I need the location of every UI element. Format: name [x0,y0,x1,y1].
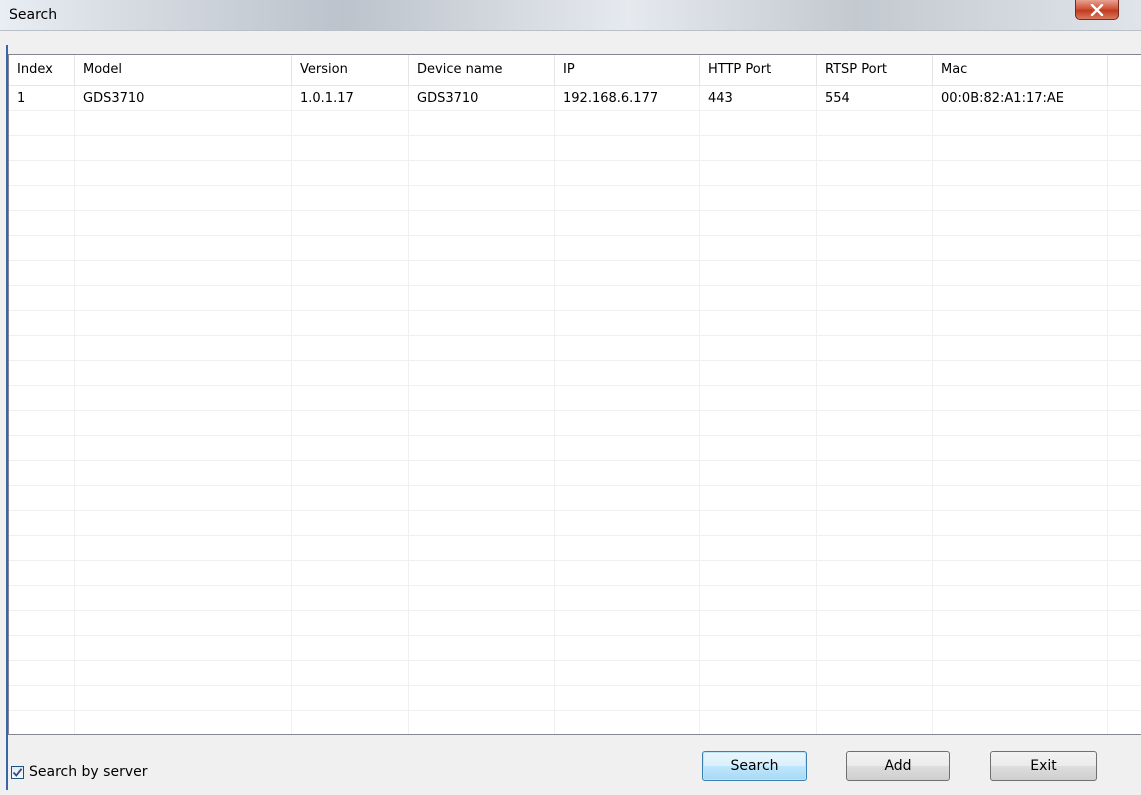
empty-row [9,186,1141,211]
cell-http-port: 443 [708,91,733,106]
cell-device-name: GDS3710 [417,91,479,106]
empty-row [9,136,1141,161]
search-by-server-label[interactable]: Search by server [29,764,148,780]
empty-row [9,711,1141,734]
empty-row [9,461,1141,486]
column-header-index[interactable]: Index [9,55,75,85]
column-header-mac[interactable]: Mac [933,55,1108,85]
column-header-device-name[interactable]: Device name [409,55,555,85]
empty-row [9,261,1141,286]
empty-row [9,561,1141,586]
empty-row [9,586,1141,611]
column-header-model[interactable]: Model [75,55,292,85]
empty-row [9,236,1141,261]
empty-row [9,211,1141,236]
empty-row [9,636,1141,661]
checkbox-box[interactable] [11,765,24,779]
cell-index: 1 [17,91,26,106]
cell-model: GDS3710 [83,91,145,106]
cell-rtsp-port: 554 [825,91,850,106]
checkmark-icon [12,767,23,777]
column-header-http-port[interactable]: HTTP Port [700,55,817,85]
empty-row [9,611,1141,636]
column-header-rtsp-port[interactable]: RTSP Port [817,55,933,85]
empty-row [9,436,1141,461]
cell-mac: 00:0B:82:A1:17:AE [941,91,1064,106]
search-button[interactable]: Search [702,751,807,781]
column-header-ip[interactable]: IP [555,55,700,85]
empty-row [9,511,1141,536]
empty-row [9,336,1141,361]
close-icon [1090,3,1104,16]
empty-row [9,661,1141,686]
cell-version: 1.0.1.17 [300,91,354,106]
table-row[interactable]: 1 GDS3710 1.0.1.17 GDS3710 192.168.6.177… [9,86,1141,111]
cell-ip: 192.168.6.177 [563,91,659,106]
column-header-version[interactable]: Version [292,55,409,85]
window-title: Search [9,7,58,23]
empty-row [9,486,1141,511]
device-list[interactable]: Index Model Version Device name IP HTTP … [8,54,1141,735]
empty-row [9,311,1141,336]
empty-row [9,536,1141,561]
empty-row [9,411,1141,436]
empty-row [9,286,1141,311]
search-dialog: Search Index Model Version Device name I… [0,0,1141,795]
search-by-server-checkbox[interactable]: Search by server [11,763,148,781]
empty-row [9,111,1141,136]
empty-row [9,686,1141,711]
title-bar[interactable]: Search [0,0,1141,31]
list-header: Index Model Version Device name IP HTTP … [9,55,1141,86]
empty-row [9,386,1141,411]
add-button[interactable]: Add [846,751,950,781]
exit-button[interactable]: Exit [990,751,1097,781]
empty-row [9,361,1141,386]
close-button[interactable] [1075,0,1119,20]
empty-row [9,161,1141,186]
